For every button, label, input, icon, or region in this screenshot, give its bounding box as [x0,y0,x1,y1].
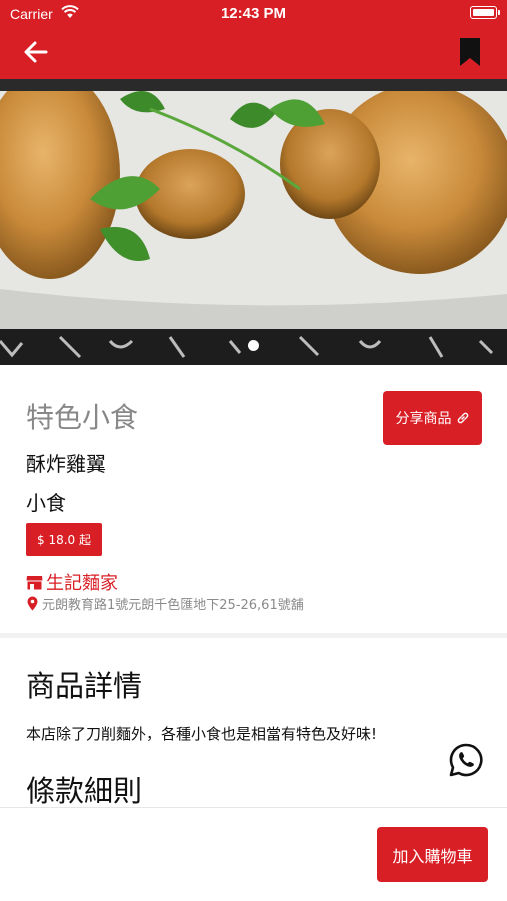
bookmark-icon[interactable] [459,37,481,67]
product-name: 酥炸雞翼 [26,452,106,476]
details-text: 本店除了刀削麵外，各種小食也是相當有特色及好味! [26,725,378,743]
clock: 12:43 PM [220,5,287,22]
address-text: 元朗教育路1號元朗千色匯地下25-26,61號舖 [42,598,304,613]
share-product-button[interactable]: 分享商品 [383,391,482,445]
share-label: 分享商品 [395,411,452,427]
battery-icon [470,6,500,19]
product-category: 小食 [26,491,66,515]
shop-name: 生記麵家 [46,573,118,594]
status-bar: Carrier 12:43 PM [0,0,507,28]
product-category-title: 特色小食 [26,401,139,434]
section-divider [0,633,507,638]
app-header: Carrier 12:43 PM [0,0,507,79]
add-to-cart-button[interactable]: 加入購物車 [377,827,488,882]
store-icon [26,575,43,589]
arrow-left-icon[interactable] [20,36,52,68]
link-icon [457,412,468,424]
product-image-carousel[interactable] [0,79,507,365]
product-photo [0,79,507,365]
carousel-indicator-dot[interactable] [248,340,259,351]
shop-link[interactable]: 生記麵家 [26,569,118,595]
shop-address: 元朗教育路1號元朗千色匯地下25-26,61號舖 [27,594,304,613]
details-heading: 商品詳情 [26,669,143,703]
terms-heading: 條款細則 [26,774,143,808]
location-pin-icon [27,596,38,611]
price-badge: $ 18.0 起 [26,523,102,556]
whatsapp-icon[interactable] [449,743,483,777]
